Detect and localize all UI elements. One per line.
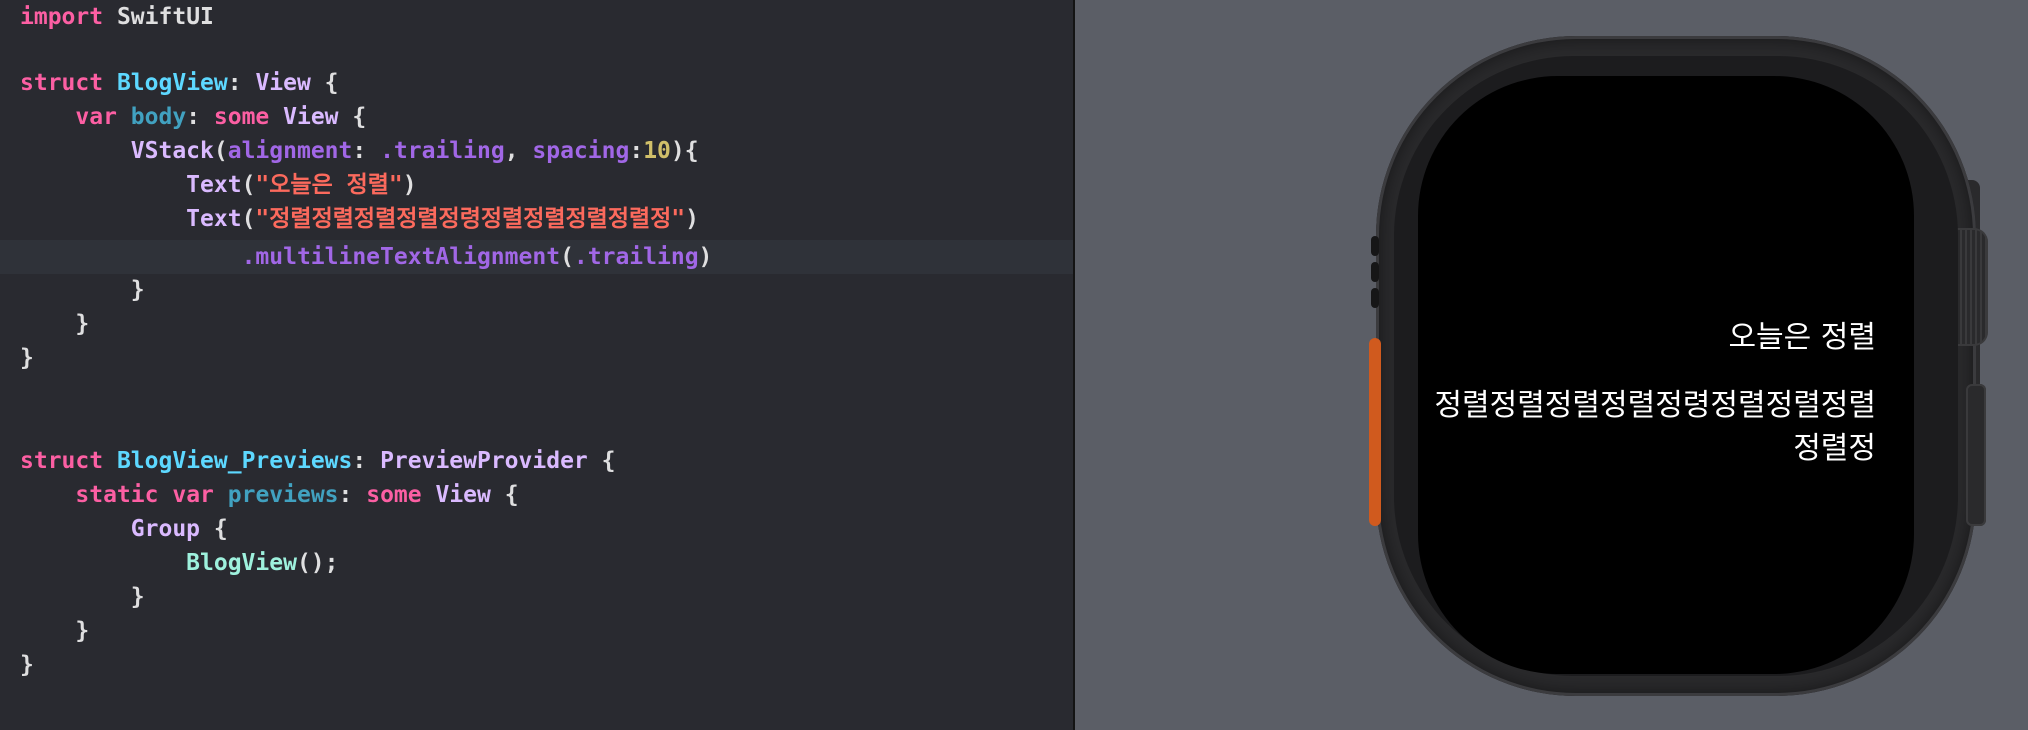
punctuation: { — [587, 448, 616, 474]
call-name: Group — [130, 516, 201, 542]
enum-value: .trailing — [573, 244, 699, 270]
punctuation: ) — [685, 206, 700, 232]
punctuation: : — [629, 138, 644, 164]
speaker-hole — [1371, 288, 1379, 308]
code-editor[interactable]: import SwiftUI struct BlogView: View { v… — [0, 0, 1073, 730]
punctuation: , — [504, 138, 533, 164]
number-literal: 10 — [643, 138, 671, 164]
punctuation: ( — [213, 138, 228, 164]
action-button — [1369, 338, 1381, 526]
argument-label: alignment — [227, 138, 353, 164]
side-button — [1966, 384, 1986, 526]
code-line-close-brace[interactable]: } — [0, 273, 1073, 307]
watch-screen — [1418, 76, 1914, 674]
preview-text-title: 오늘은 정렬 — [1728, 320, 1876, 355]
call-name: BlogView — [186, 550, 297, 576]
punctuation: ){ — [670, 138, 699, 164]
keyword: static — [75, 482, 159, 508]
punctuation: : — [338, 482, 367, 508]
preview-text-body: 정렬정렬정렬정렬정령정렬정렬정렬정렬정 — [1434, 388, 1876, 466]
punctuation: } — [130, 277, 145, 303]
punctuation: } — [75, 311, 90, 337]
string-literal: "오늘은 정렬" — [255, 172, 403, 198]
punctuation: (); — [296, 550, 339, 576]
speaker-hole — [1371, 262, 1379, 282]
protocol-name: View — [435, 482, 491, 508]
code-line-close-brace[interactable]: } — [0, 341, 1073, 375]
protocol-name: View — [255, 70, 311, 96]
punctuation: } — [75, 618, 90, 644]
keyword: struct — [20, 70, 104, 96]
punctuation: { — [490, 482, 519, 508]
punctuation: } — [20, 345, 34, 371]
code-line-modifier-current[interactable]: .multilineTextAlignment(.trailing) — [0, 240, 1073, 274]
code-line-text-2[interactable]: Text("정렬정렬정렬정렬정령정렬정렬정렬정렬정") — [0, 202, 1073, 236]
speaker-hole — [1371, 236, 1379, 256]
code-line-vstack[interactable]: VStack(alignment: .trailing, spacing:10)… — [0, 134, 1073, 168]
code-line-close-brace[interactable]: } — [0, 307, 1073, 341]
call-name: VStack — [130, 138, 214, 164]
call-name: Text — [186, 172, 242, 198]
punctuation: } — [20, 652, 34, 678]
keyword: import — [20, 4, 104, 30]
code-line-import[interactable]: import SwiftUI — [0, 0, 1073, 34]
punctuation: ) — [402, 172, 417, 198]
property-name: body — [130, 104, 187, 130]
code-line-blogview-call[interactable]: BlogView(); — [0, 546, 1073, 580]
punctuation: : — [352, 448, 381, 474]
protocol-name: PreviewProvider — [380, 448, 588, 474]
code-line-struct-blogview[interactable]: struct BlogView: View { — [0, 66, 1073, 100]
punctuation: ( — [560, 244, 574, 270]
punctuation: ) — [698, 244, 713, 270]
code-line-group[interactable]: Group { — [0, 512, 1073, 546]
punctuation: : — [227, 70, 256, 96]
keyword: some — [213, 104, 270, 130]
keyword: var — [75, 104, 117, 130]
keyword: some — [366, 482, 422, 508]
punctuation: : — [352, 138, 381, 164]
code-line-text-1[interactable]: Text("오늘은 정렬") — [0, 168, 1073, 202]
code-line-close-brace[interactable]: } — [0, 648, 1073, 682]
enum-value: .trailing — [380, 138, 505, 164]
code-line-close-brace[interactable]: } — [0, 580, 1073, 614]
punctuation: { — [338, 104, 367, 130]
punctuation: { — [310, 70, 339, 96]
property-name: previews — [227, 482, 339, 508]
punctuation: ( — [241, 206, 256, 232]
code-line-struct-previews[interactable]: struct BlogView_Previews: PreviewProvide… — [0, 444, 1073, 478]
punctuation: } — [130, 584, 145, 610]
punctuation: { — [200, 516, 228, 542]
keyword: var — [172, 482, 214, 508]
code-line-close-brace[interactable]: } — [0, 614, 1073, 648]
keyword: struct — [20, 448, 104, 474]
code-line-previews[interactable]: static var previews: some View { — [0, 478, 1073, 512]
punctuation: : — [186, 104, 214, 130]
protocol-name: View — [283, 104, 339, 130]
type-name: BlogView_Previews — [116, 448, 353, 474]
string-literal: "정렬정렬정렬정렬정령정렬정렬정렬정렬정" — [255, 206, 686, 232]
type-name: BlogView — [116, 70, 228, 96]
argument-label: spacing — [532, 138, 630, 164]
call-name: Text — [186, 206, 242, 232]
modifier-name: .multilineTextAlignment — [241, 244, 561, 270]
module-name: SwiftUI — [116, 4, 214, 30]
punctuation: ( — [241, 172, 256, 198]
code-line-body[interactable]: var body: some View { — [0, 100, 1073, 134]
